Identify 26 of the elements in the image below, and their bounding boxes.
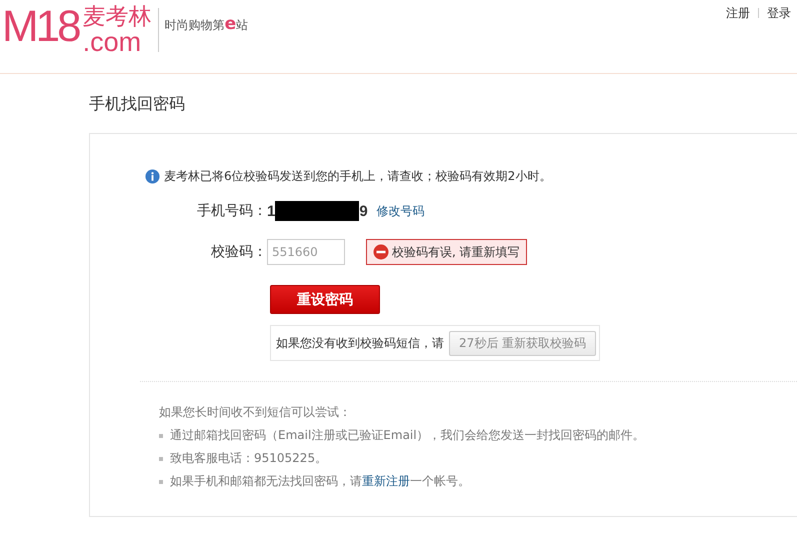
bullet-icon — [159, 434, 163, 438]
reset-password-button[interactable]: 重设密码 — [270, 285, 380, 314]
error-icon — [373, 244, 389, 260]
logo-wordmark[interactable]: M18 — [2, 4, 79, 50]
tip-text: 致电客服电话：95105225。 — [170, 450, 328, 467]
phone-number-start: 1 — [267, 202, 276, 220]
field-label: 校验码： — [210, 243, 267, 261]
logo-domain: .com — [82, 30, 142, 54]
resend-prompt: 如果您没有收到校验码短信，请 — [276, 334, 444, 352]
bullet-icon — [159, 480, 163, 484]
register-link[interactable]: 重新注册 — [362, 474, 410, 488]
tips-heading: 如果您长时间收不到短信可以尝试： — [159, 404, 352, 421]
info-icon — [145, 169, 160, 184]
tip-text: 通过邮箱找回密码（Email注册或已验证Email），我们会给您发送一封找回密码的邮件。 — [170, 427, 645, 444]
slogan: 时尚购物第e站 — [164, 14, 248, 34]
bullet-icon — [159, 456, 163, 460]
change-number-link[interactable]: 修改号码 — [376, 202, 425, 220]
logo-name: 麦考林 — [82, 4, 152, 30]
header-link[interactable]: 登录 — [767, 4, 791, 22]
header-link[interactable]: 注册 — [726, 4, 750, 22]
notice-text: 麦考林已将6位校验码发送到您的手机上，请查收；校验码有效期2小时。 — [164, 168, 552, 185]
field-label: 手机号码： — [196, 202, 267, 220]
tip-text: 如果手机和邮箱都无法找回密码，请重新注册一个帐号。 — [170, 473, 470, 490]
phone-number-end: 9 — [359, 202, 368, 220]
page-title: 手机找回密码 — [89, 94, 185, 115]
error-message: 校验码有误, 请重新填写 — [392, 244, 520, 260]
